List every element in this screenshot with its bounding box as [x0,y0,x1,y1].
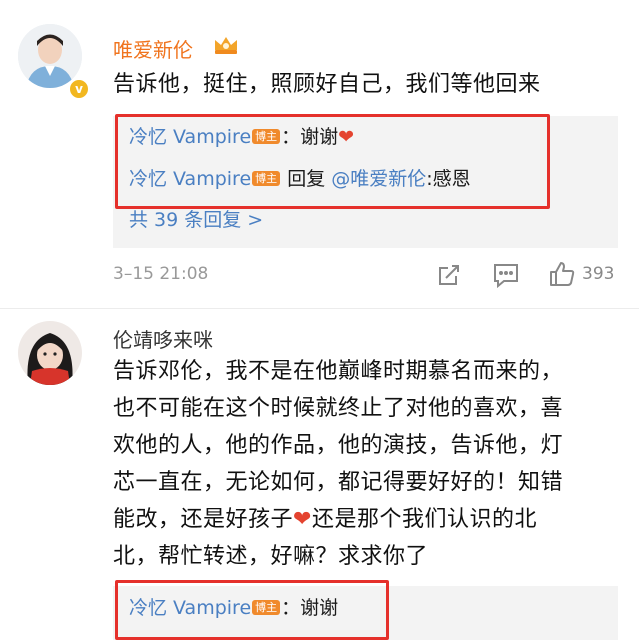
comment-text: 告诉他，挺住，照顾好自己，我们等他回来 [113,72,541,97]
avatar[interactable] [18,321,82,385]
username[interactable]: 唯爱新伦 [113,34,193,63]
comment-line-part: 能改，还是好孩子 [113,507,294,532]
reply-line[interactable]: 冷忆 Vampire 博主 ：谢谢 [129,594,338,622]
username[interactable]: 伦靖哆来咪 [113,324,213,353]
comment-line: 也不可能在这个时候就终止了对他的喜欢，喜 [113,396,564,421]
heart-icon: ❤ [293,507,312,532]
comment-text: 告诉邓伦，我不是在他巅峰时期慕名而来的， 也不可能在这个时候就终止了对他的喜欢，… [113,353,628,575]
comment-line: 芯一直在，无论如何，都记得要好好的！知错 [113,470,564,495]
reply-text: 谢谢 [300,126,339,148]
comment-line: 北，帮忙转述，好嘛？求求你了 [113,544,429,569]
reply-text: :感恩 [426,168,471,190]
reply-separator: ： [281,597,301,619]
comment-line: 欢他的人，他的作品，他的演技，告诉他，灯 [113,433,564,458]
comment-icon[interactable] [492,262,520,289]
like-count: 393 [582,264,615,284]
reply-mention[interactable]: @唯爱新伦 [331,168,426,190]
reply-line[interactable]: 冷忆 Vampire 博主 ：谢谢❤ [129,123,354,151]
author-badge: 博主 [252,129,281,144]
reply-separator: ： [281,126,301,148]
comment-line: 告诉邓伦，我不是在他巅峰时期慕名而来的， [113,359,564,384]
more-replies-link[interactable]: 共 39 条回复 > [129,206,263,234]
reply-user[interactable]: 冷忆 Vampire [129,168,251,190]
reply-user[interactable]: 冷忆 Vampire [129,126,251,148]
like-icon[interactable] [548,260,576,288]
timestamp: 3–15 21:08 [113,264,209,284]
share-icon[interactable] [436,262,462,288]
reply-user[interactable]: 冷忆 Vampire [129,597,251,619]
verified-badge-icon: v [68,78,90,100]
heart-icon: ❤ [338,126,355,148]
vip-crown-icon [212,34,240,56]
comment-line-part: 还是那个我们认识的北 [311,507,537,532]
reply-line[interactable]: 冷忆 Vampire 博主 回复 @唯爱新伦:感恩 [129,165,471,193]
divider [0,308,639,309]
reply-prefix: 回复 [287,168,332,190]
comment-line: 能改，还是好孩子❤还是那个我们认识的北 [113,501,628,538]
avatar[interactable] [18,24,82,88]
author-badge: 博主 [252,600,281,615]
reply-text: 谢谢 [300,597,339,619]
author-badge: 博主 [252,171,281,186]
